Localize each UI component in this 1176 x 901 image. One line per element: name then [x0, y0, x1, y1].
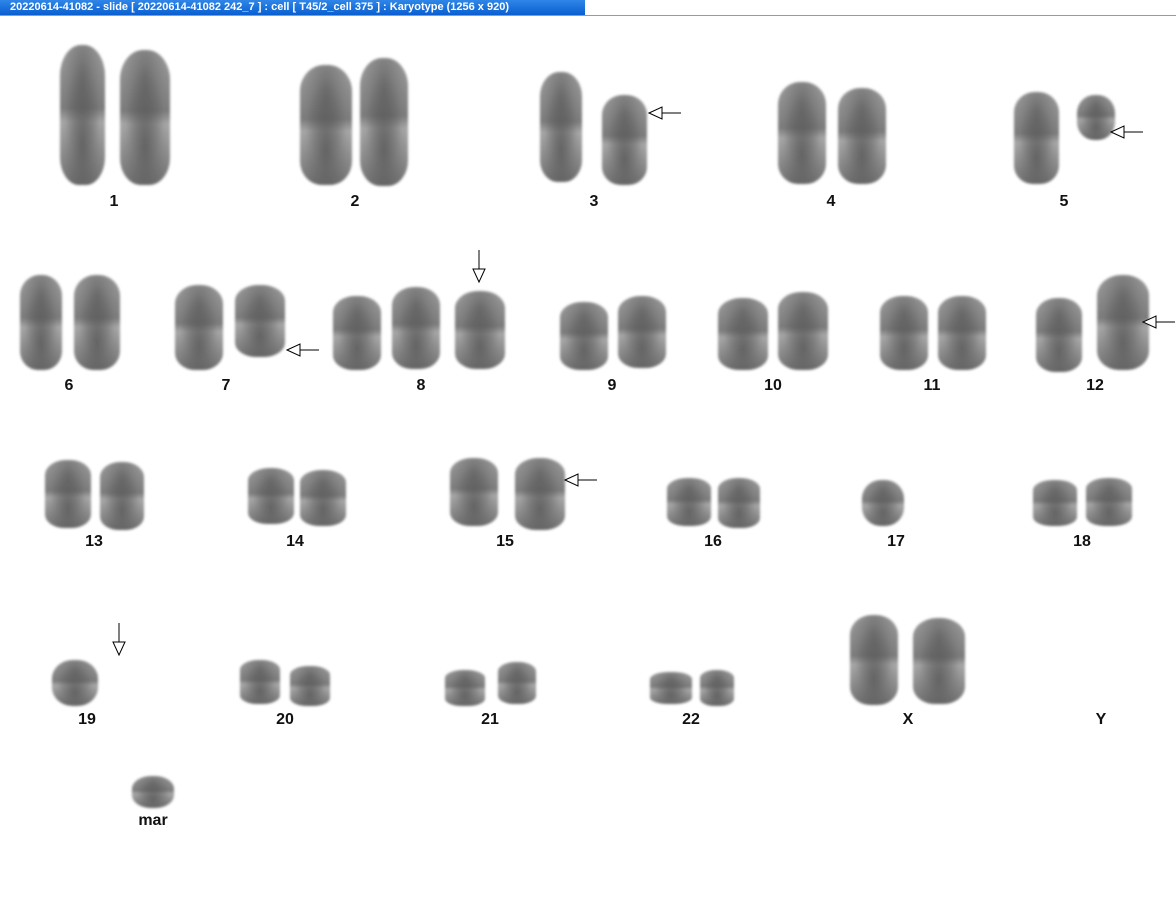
chromosome-label-19: 19: [78, 711, 96, 728]
pointer-arrow-icon: [564, 473, 597, 487]
chromosome-label-9: 9: [607, 377, 617, 394]
chromosome-label-14: 14: [286, 533, 304, 550]
chromosome-17-image[interactable]: [862, 480, 904, 526]
chromosome-label-3: 3: [589, 193, 599, 210]
chromosome-16-image[interactable]: [667, 478, 711, 526]
chromosome-3-image[interactable]: [602, 95, 647, 185]
chromosome-20-image[interactable]: [240, 660, 280, 704]
chromosome-label-11: 11: [923, 377, 941, 394]
chromosome-11-image[interactable]: [880, 296, 928, 370]
chromosome-label-21: 21: [481, 711, 499, 728]
chromosome-label-13: 13: [85, 533, 103, 550]
chromosome-11-image[interactable]: [938, 296, 986, 370]
chromosome-label-x: X: [902, 711, 914, 728]
chromosome-10-image[interactable]: [778, 292, 828, 370]
chromosome-8-image[interactable]: [333, 296, 381, 370]
chromosome-15-image[interactable]: [450, 458, 498, 526]
chromosome-4-image[interactable]: [838, 88, 886, 184]
chromosome-21-image[interactable]: [445, 670, 485, 706]
chromosome-label-20: 20: [276, 711, 294, 728]
chromosome-7-image[interactable]: [175, 285, 223, 370]
pointer-arrow-icon: [1142, 315, 1175, 329]
chromosome-18-image[interactable]: [1033, 480, 1077, 526]
chromosome-label-6: 6: [64, 377, 74, 394]
chromosome-15-image[interactable]: [515, 458, 565, 530]
chromosome-2-image[interactable]: [300, 65, 352, 185]
chromosome-6-image[interactable]: [74, 275, 120, 370]
chromosome-label-7: 7: [221, 377, 231, 394]
chromosome-22-image[interactable]: [700, 670, 734, 706]
chromosome-19-image[interactable]: [52, 660, 98, 706]
chromosome-label-mar: mar: [138, 812, 168, 829]
chromosome-14-image[interactable]: [300, 470, 346, 526]
chromosome-label-10: 10: [764, 377, 782, 394]
chromosome-10-image[interactable]: [718, 298, 768, 370]
chromosome-label-16: 16: [704, 533, 722, 550]
chromosome-9-image[interactable]: [560, 302, 608, 370]
chromosome-label-18: 18: [1073, 533, 1091, 550]
chromosome-16-image[interactable]: [718, 478, 760, 528]
chromosome-14-image[interactable]: [248, 468, 294, 524]
chromosome-label-4: 4: [826, 193, 836, 210]
chromosome-x-image[interactable]: [850, 615, 898, 705]
chromosome-x-image[interactable]: [913, 618, 965, 704]
chromosome-12-image[interactable]: [1036, 298, 1082, 372]
chromosome-label-y: Y: [1095, 711, 1107, 728]
chromosome-22-image[interactable]: [650, 672, 692, 704]
chromosome-label-1: 1: [109, 193, 119, 210]
chromosome-20-image[interactable]: [290, 666, 330, 706]
chromosome-label-22: 22: [682, 711, 700, 728]
chromosome-label-12: 12: [1086, 377, 1104, 394]
chromosome-3-image[interactable]: [540, 72, 582, 182]
chromosome-13-image[interactable]: [45, 460, 91, 528]
chromosome-13-image[interactable]: [100, 462, 144, 530]
chromosome-label-8: 8: [416, 377, 426, 394]
pointer-arrow-icon: [286, 343, 319, 357]
chromosome-label-17: 17: [887, 533, 905, 550]
chromosome-6-image[interactable]: [20, 275, 62, 370]
pointer-arrow-icon: [112, 623, 126, 657]
pointer-arrow-icon: [1110, 125, 1143, 139]
chromosome-8-image[interactable]: [455, 291, 505, 369]
chromosome-label-15: 15: [496, 533, 514, 550]
chromosome-mar-image[interactable]: [132, 776, 174, 808]
chromosome-18-image[interactable]: [1086, 478, 1132, 526]
chromosome-8-image[interactable]: [392, 287, 440, 369]
chromosome-21-image[interactable]: [498, 662, 536, 704]
chromosome-4-image[interactable]: [778, 82, 826, 184]
karyotype-sheet: 1 2 3 4 5 6 7 8 9 10 11 12 13 14 15 16 17 18 19 20 21 22 X Ymar: [0, 0, 1176, 901]
pointer-arrow-icon: [648, 106, 681, 120]
chromosome-1-image[interactable]: [120, 50, 170, 185]
chromosome-2-image[interactable]: [360, 58, 408, 186]
chromosome-1-image[interactable]: [60, 45, 105, 185]
chromosome-label-5: 5: [1059, 193, 1069, 210]
pointer-arrow-icon: [472, 250, 486, 284]
chromosome-label-2: 2: [350, 193, 360, 210]
chromosome-7-image[interactable]: [235, 285, 285, 357]
chromosome-9-image[interactable]: [618, 296, 666, 368]
chromosome-5-image[interactable]: [1014, 92, 1059, 184]
